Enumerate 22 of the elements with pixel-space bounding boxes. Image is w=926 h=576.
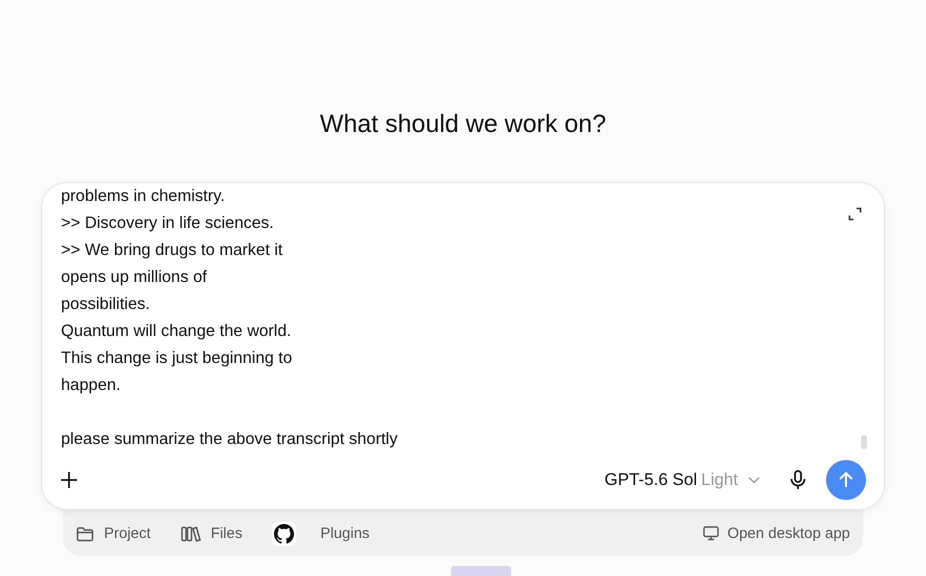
bottom-bar-item[interactable]: Project [76,522,151,546]
arrow-up-icon [839,472,853,488]
prompt-text: please summarize the above transcript shortly [61,428,399,450]
send-button[interactable] [826,460,866,500]
model-variant: Light [701,468,738,491]
chevron-down-icon [748,476,760,484]
bottom-bar-item[interactable]: Files [180,522,242,546]
books-icon [180,526,201,542]
model-selector[interactable]: GPT-5.6 Sol Light [604,466,760,492]
page-heading: What should we work on? [320,109,606,140]
monitor-icon [703,526,720,542]
bottom-bar-item[interactable]: Plugins [272,522,370,546]
transcript-text: problems in chemistry. >> Discovery in life sciences. >> We bring drugs to market it opens up millions of possibilities. Quantum will change the world. This change is just beginning to happen. [61,186,294,396]
tab-handle [451,566,511,576]
expand-icon[interactable] [848,206,862,220]
scrollbar-thumb [861,434,867,448]
github-icon [272,522,296,546]
microphone-icon[interactable] [790,470,806,490]
add-icon[interactable] [60,470,78,488]
folder-icon [76,526,94,542]
model-name: GPT-5.6 Sol [604,468,698,491]
open-desktop-app-link[interactable]: Open desktop app [703,522,850,546]
